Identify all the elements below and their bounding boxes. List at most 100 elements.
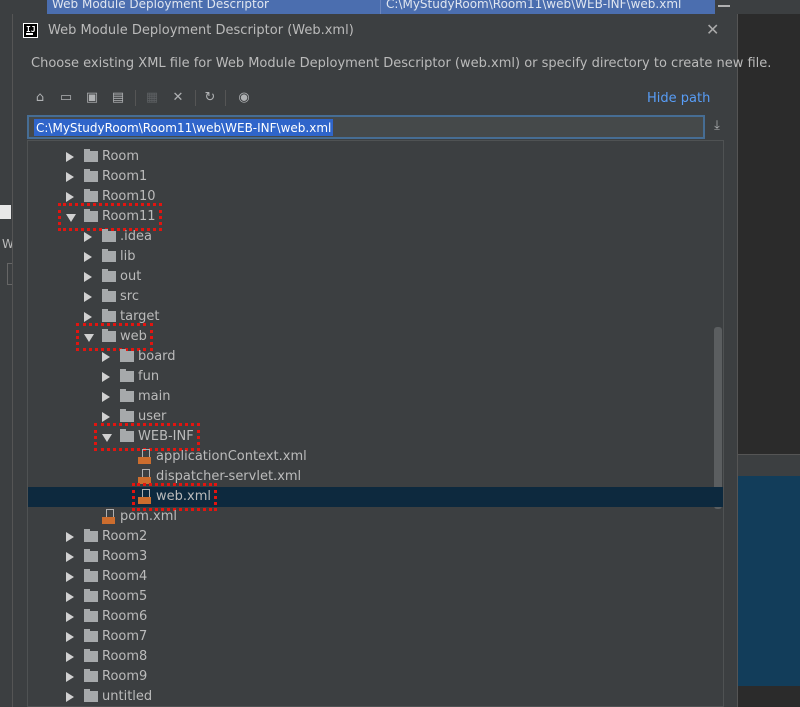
chevron-right-icon[interactable] xyxy=(66,532,74,542)
xml-file-icon xyxy=(102,509,116,525)
chevron-right-icon[interactable] xyxy=(66,192,74,202)
tree-folder-row[interactable]: Room3 xyxy=(28,547,723,567)
tree-folder-row[interactable]: Room6 xyxy=(28,607,723,627)
download-icon[interactable]: ⤓ xyxy=(710,118,724,136)
chevron-right-icon[interactable] xyxy=(102,412,110,422)
folder-icon xyxy=(84,689,98,702)
chevron-right-icon[interactable] xyxy=(66,632,74,642)
background-window-title: Web Module Deployment Descriptor xyxy=(52,0,269,11)
path-input[interactable] xyxy=(34,119,694,136)
xml-file-icon xyxy=(138,449,152,465)
tree-item-label: untitled xyxy=(102,689,153,704)
folder-icon xyxy=(84,669,98,682)
tree-folder-row[interactable]: out xyxy=(28,267,723,287)
chevron-right-icon[interactable] xyxy=(84,252,92,262)
folder-icon xyxy=(120,389,134,402)
minimize-icon[interactable] xyxy=(718,0,730,7)
tree-folder-row[interactable]: Room2 xyxy=(28,527,723,547)
folder-icon xyxy=(84,189,98,202)
folder-icon xyxy=(84,549,98,562)
module-folder-icon[interactable]: ▤ xyxy=(109,88,127,108)
background-column-divider xyxy=(380,0,381,14)
tree-item-label: Room xyxy=(102,149,140,164)
chevron-right-icon[interactable] xyxy=(102,372,110,382)
home-icon[interactable]: ⌂ xyxy=(31,88,49,108)
chevron-right-icon[interactable] xyxy=(66,672,74,682)
tree-folder-row[interactable]: Room8 xyxy=(28,647,723,667)
folder-icon xyxy=(120,349,134,362)
folder-icon xyxy=(102,309,116,322)
chevron-right-icon[interactable] xyxy=(84,272,92,282)
intellij-logo-icon: IJ xyxy=(23,23,38,38)
tree-item-label: lib xyxy=(120,249,136,264)
tree-file-row[interactable]: applicationContext.xml xyxy=(28,447,723,467)
tree-file-row[interactable]: pom.xml xyxy=(28,507,723,527)
tree-item-label: .idea xyxy=(120,229,152,244)
toolbar-separator xyxy=(195,90,196,106)
path-field[interactable] xyxy=(27,115,705,139)
tree-folder-row[interactable]: main xyxy=(28,387,723,407)
chevron-right-icon[interactable] xyxy=(84,312,92,322)
tree-folder-row[interactable]: untitled xyxy=(28,687,723,706)
tree-item-label: Room4 xyxy=(102,569,148,584)
folder-icon xyxy=(102,289,116,302)
show-hidden-icon[interactable]: ◉ xyxy=(235,88,253,108)
tree-item-label: Room7 xyxy=(102,629,148,644)
chevron-right-icon[interactable] xyxy=(102,392,110,402)
chevron-right-icon[interactable] xyxy=(66,652,74,662)
tree-folder-row[interactable]: fun xyxy=(28,367,723,387)
tree-item-label: pom.xml xyxy=(120,509,177,524)
tree-item-label: Room5 xyxy=(102,589,148,604)
folder-icon xyxy=(102,249,116,262)
tree-item-label: fun xyxy=(138,369,160,384)
tree-folder-row[interactable]: Room1 xyxy=(28,167,723,187)
chevron-right-icon[interactable] xyxy=(66,592,74,602)
tree-folder-row[interactable]: Room4 xyxy=(28,567,723,587)
tree-folder-row[interactable]: Room7 xyxy=(28,627,723,647)
folder-icon xyxy=(120,369,134,382)
toolbar-separator xyxy=(225,90,226,106)
chevron-right-icon[interactable] xyxy=(84,292,92,302)
chevron-right-icon[interactable] xyxy=(84,232,92,242)
tree-item-label: main xyxy=(138,389,171,404)
delete-icon[interactable]: ✕ xyxy=(169,88,187,108)
tree-folder-row[interactable]: src xyxy=(28,287,723,307)
dialog-title-bar: IJ Web Module Deployment Descriptor (Web… xyxy=(13,14,737,48)
tree-folder-row[interactable]: Room xyxy=(28,147,723,167)
tree-folder-row[interactable]: .idea xyxy=(28,227,723,247)
background-window-path: C:\MyStudyRoom\Room11\web\WEB-INF\web.xm… xyxy=(386,0,682,11)
tree-item-label: Room9 xyxy=(102,669,148,684)
folder-icon xyxy=(84,629,98,642)
chevron-right-icon[interactable] xyxy=(66,612,74,622)
close-icon[interactable]: ✕ xyxy=(706,20,719,39)
folder-icon xyxy=(84,529,98,542)
hide-path-link[interactable]: Hide path xyxy=(647,91,710,106)
tree-folder-row[interactable]: board xyxy=(28,347,723,367)
folder-icon xyxy=(84,609,98,622)
folder-icon xyxy=(84,569,98,582)
refresh-icon[interactable]: ↻ xyxy=(201,88,219,108)
chevron-right-icon[interactable] xyxy=(102,352,110,362)
tree-item-label: out xyxy=(120,269,142,284)
tree-item-label: src xyxy=(120,289,139,304)
desktop-icon[interactable]: ▭ xyxy=(57,88,75,108)
chevron-right-icon[interactable] xyxy=(66,572,74,582)
chevron-right-icon[interactable] xyxy=(66,172,74,182)
tree-item-label: Room2 xyxy=(102,529,148,544)
chevron-right-icon[interactable] xyxy=(66,152,74,162)
background-app-icon xyxy=(0,205,11,219)
tree-folder-row[interactable]: lib xyxy=(28,247,723,267)
tree-folder-row[interactable]: Room5 xyxy=(28,587,723,607)
background-editor-area xyxy=(738,14,800,707)
background-tool-strip xyxy=(738,454,800,476)
chevron-right-icon[interactable] xyxy=(66,552,74,562)
file-tree[interactable]: Room Room1 Room10 Room11 .idea lib out src targe… xyxy=(27,140,724,707)
dialog-title: Web Module Deployment Descriptor (Web.xm… xyxy=(48,23,354,38)
tree-folder-row[interactable]: Room9 xyxy=(28,667,723,687)
chevron-right-icon[interactable] xyxy=(66,692,74,702)
folder-icon xyxy=(84,169,98,182)
tree-item-label: applicationContext.xml xyxy=(156,449,307,464)
project-folder-icon[interactable]: ▣ xyxy=(83,88,101,108)
folder-icon xyxy=(84,149,98,162)
new-folder-icon[interactable]: ▦ xyxy=(143,88,161,108)
